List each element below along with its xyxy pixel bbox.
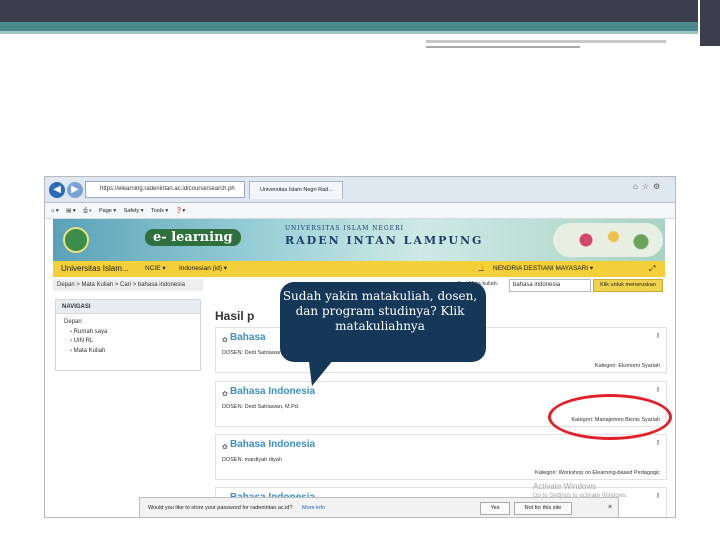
- slide-header-stripe-light: [0, 31, 720, 34]
- slide-decor-line-short: [426, 46, 580, 48]
- navigation-heading: NAVIGASI: [56, 300, 200, 314]
- forward-icon[interactable]: ▶: [67, 182, 83, 198]
- banner-university: UNIVERSITAS ISLAM NEGERI: [285, 225, 404, 232]
- browser-tab[interactable]: Universitas Islam Negri Rad... ×: [249, 181, 343, 199]
- search-input[interactable]: bahasa indonesia: [509, 279, 591, 292]
- window-controls: ⌂☆⚙: [633, 182, 664, 191]
- slide-header-stripe: [0, 22, 720, 31]
- feeds-icon[interactable]: ▤ ▾: [66, 208, 76, 214]
- callout-text: Sudah yakin matakuliah, dosen, dan progr…: [282, 289, 478, 333]
- course-icon: ✿: [222, 444, 228, 451]
- expand-icon[interactable]: ⤢: [649, 261, 655, 277]
- banner-flower-decoration: [553, 223, 663, 257]
- university-logo: [63, 227, 89, 253]
- navigation-block: NAVIGASI Depan › Rumah saya › UIN RL › M…: [55, 299, 201, 371]
- tab-title: Universitas Islam Negri Rad...: [260, 187, 333, 193]
- site-banner: e- learning UNIVERSITAS ISLAM NEGERI RAD…: [53, 219, 665, 261]
- breadcrumb[interactable]: Depan > Mata Kuliah > Cari > bahasa indo…: [53, 279, 203, 291]
- password-prompt-bar: Would you like to store your password fo…: [139, 497, 619, 517]
- nav-item-uin-rl[interactable]: › UIN RL: [64, 337, 192, 347]
- course-title-link[interactable]: Bahasa Indonesia: [230, 439, 315, 450]
- browser-titlebar: ◀ ▶ https://elearning.radenintan.ac.id/c…: [45, 177, 675, 203]
- safety-menu[interactable]: Safety ▾: [124, 208, 144, 214]
- highlight-ring: [548, 394, 672, 440]
- help-icon[interactable]: ❓▾: [176, 208, 186, 214]
- home-icon[interactable]: ⌂: [633, 182, 642, 191]
- course-card: ✿ Bahasa Indonesia DOSEN: mardiyah diyah…: [215, 434, 667, 480]
- yes-button[interactable]: Yes: [480, 502, 510, 515]
- enrol-key-icon: ⚷: [655, 387, 660, 393]
- address-bar-text: https://elearning.radenintan.ac.id/cours…: [100, 186, 235, 192]
- course-category: Kategori: Ekonomi Syariah: [594, 363, 660, 369]
- notification-bell-icon[interactable]: 🔔: [477, 261, 485, 277]
- tools-menu[interactable]: Tools ▾: [151, 208, 168, 214]
- settings-icon[interactable]: ⚙: [653, 182, 664, 191]
- course-lecturer: DOSEN: Dedi Satriawan, M.Pd.: [222, 404, 300, 410]
- course-lecturer: DOSEN: Dedi Satriawan...: [222, 350, 287, 356]
- course-title-link[interactable]: Bahasa Indonesia: [230, 386, 315, 397]
- banner-raden-intan: RADEN INTAN LAMPUNG: [285, 234, 484, 247]
- enrol-key-icon: ⚷: [655, 333, 660, 339]
- more-info-link[interactable]: More info: [302, 505, 325, 511]
- elearning-logo: e- learning: [145, 229, 241, 246]
- callout-tail: [308, 354, 338, 386]
- course-icon: ✿: [222, 391, 228, 398]
- site-navbar: Universitas Islam... NCIE ▾ Indonesian (…: [53, 261, 665, 277]
- nav-item-rumah-saya[interactable]: › Rumah saya: [64, 328, 192, 338]
- course-icon: ✿: [222, 337, 228, 344]
- enrol-key-icon: ⚷: [655, 493, 660, 499]
- results-title: Hasil p: [215, 309, 255, 323]
- back-icon[interactable]: ◀: [49, 182, 65, 198]
- course-category: Kategori: Workshop on Elearning-based Pe…: [535, 470, 660, 476]
- nav-item-depan[interactable]: Depan: [64, 318, 192, 328]
- page-menu[interactable]: Page ▾: [99, 208, 116, 214]
- activate-windows-title: Activate Windows: [533, 482, 597, 491]
- address-bar[interactable]: https://elearning.radenintan.ac.id/cours…: [85, 181, 245, 198]
- slide-header-bar: [0, 0, 720, 22]
- favorites-icon[interactable]: ☆: [642, 182, 653, 191]
- enrol-key-icon: ⚷: [655, 440, 660, 446]
- home-small-icon[interactable]: ⌂ ▾: [51, 208, 59, 214]
- command-bar: ⌂ ▾ ▤ ▾ ⎙ ▾ Page ▾ Safety ▾ Tools ▾ ❓▾: [45, 203, 675, 219]
- not-for-this-site-button[interactable]: Not for this site: [514, 502, 572, 515]
- print-icon[interactable]: ⎙ ▾: [83, 208, 91, 214]
- navigation-list: Depan › Rumah saya › UIN RL › Mata Kulia…: [56, 314, 200, 360]
- search-submit-button[interactable]: Klik untuk meneruskan: [593, 279, 663, 292]
- slide-corner-decoration: [698, 0, 720, 46]
- language-menu[interactable]: Indonesian (id) ▾: [179, 261, 227, 277]
- site-brand-link[interactable]: Universitas Islam...: [61, 261, 129, 277]
- course-lecturer: DOSEN: mardiyah diyah: [222, 457, 282, 463]
- course-title-link[interactable]: Bahasa: [230, 332, 266, 343]
- close-icon[interactable]: ×: [608, 504, 612, 511]
- slide-decor-line: [426, 40, 666, 43]
- user-menu[interactable]: NENDRIA DESTIANI MAYASARI ▾: [493, 261, 593, 277]
- nav-item-mata-kuliah[interactable]: › Mata Kuliah: [64, 347, 192, 357]
- ncie-menu[interactable]: NCIE ▾: [145, 261, 166, 277]
- password-prompt-message: Would you like to store your password fo…: [148, 505, 293, 511]
